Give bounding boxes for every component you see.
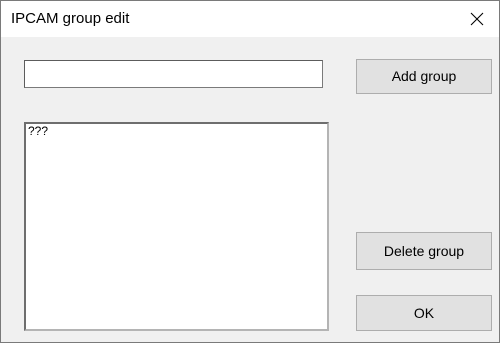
close-button[interactable] bbox=[455, 1, 499, 37]
ok-button[interactable]: OK bbox=[356, 295, 492, 331]
add-group-button[interactable]: Add group bbox=[356, 59, 492, 94]
group-listbox[interactable]: ??? bbox=[24, 122, 329, 331]
group-name-input[interactable] bbox=[24, 60, 323, 88]
dialog-window: IPCAM group edit Add group ??? Delete gr… bbox=[0, 0, 500, 343]
delete-group-button[interactable]: Delete group bbox=[356, 232, 492, 270]
list-item[interactable]: ??? bbox=[26, 124, 327, 139]
title-bar: IPCAM group edit bbox=[1, 1, 499, 37]
close-icon bbox=[470, 12, 484, 26]
window-title: IPCAM group edit bbox=[11, 10, 130, 27]
